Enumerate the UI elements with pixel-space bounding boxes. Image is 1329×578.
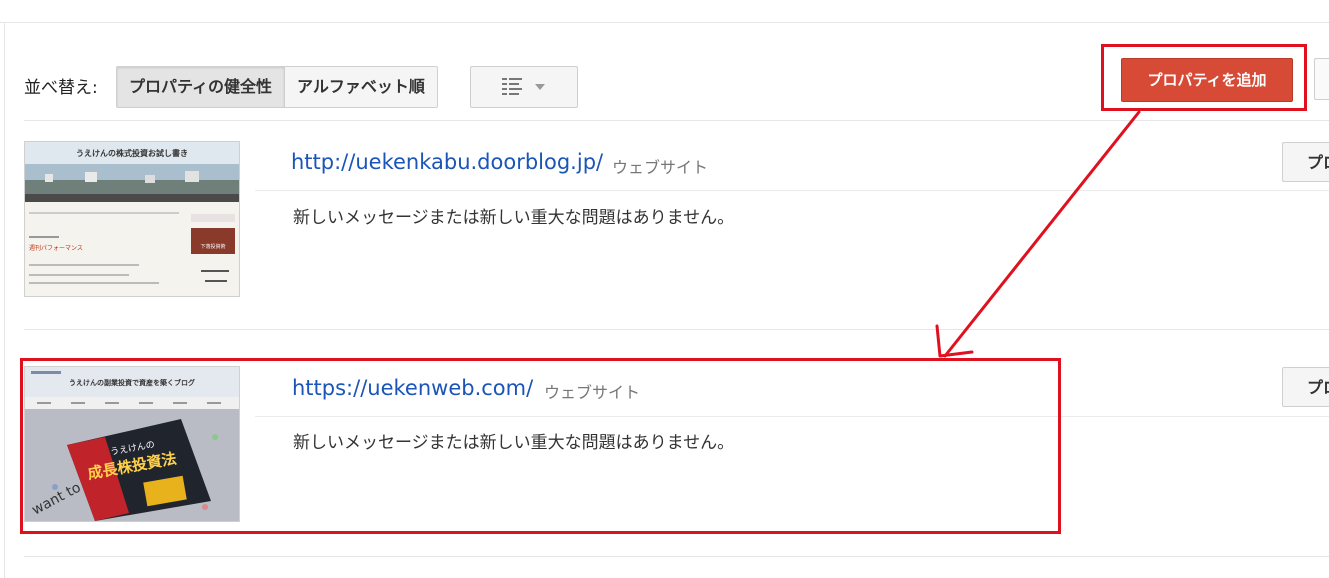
site-type-label: ウェブサイト	[612, 158, 709, 177]
site-status-message: 新しいメッセージまたは新しい重大な問題はありません。	[293, 208, 735, 228]
row-divider	[24, 556, 1329, 557]
property-action-button[interactable]: プロ	[1282, 142, 1329, 182]
sort-toggle-group: プロパティの健全性 アルファベット順	[116, 66, 438, 108]
property-action-button[interactable]: プロ	[1282, 367, 1329, 407]
site-thumbnail[interactable]: うえけんの株式投資お試し書き 週刊パフォーマンス 下落投資術	[24, 141, 240, 297]
search-console-property-list: 並べ替え: プロパティの健全性 アルファベット順 プロパティを追加 うえけんの株…	[0, 0, 1329, 578]
sort-by-health-button[interactable]: プロパティの健全性	[117, 67, 285, 107]
chevron-down-icon	[535, 84, 545, 90]
row-inner-divider	[255, 190, 1329, 191]
view-mode-dropdown[interactable]	[470, 66, 578, 108]
thumb-banner: 下落投資術	[200, 243, 225, 250]
site-url-link[interactable]: http://uekenkabu.doorblog.jp/	[291, 150, 603, 174]
top-divider	[0, 22, 1329, 23]
add-button-annotation-box	[1101, 44, 1307, 111]
row-divider	[24, 120, 1329, 121]
thumb-section-title: 週刊パフォーマンス	[29, 244, 83, 252]
thumb-blog-title: うえけんの株式投資お試し書き	[76, 148, 188, 158]
sort-alphabetical-button[interactable]: アルファベット順	[284, 67, 437, 107]
sort-label: 並べ替え:	[24, 78, 98, 98]
property-annotation-box	[20, 358, 1061, 534]
list-view-icon	[502, 78, 522, 95]
site-screenshot: うえけんの株式投資お試し書き 週刊パフォーマンス 下落投資術	[25, 142, 239, 296]
left-divider	[4, 22, 5, 578]
row-divider	[24, 329, 1329, 330]
overflow-button[interactable]	[1314, 58, 1329, 100]
